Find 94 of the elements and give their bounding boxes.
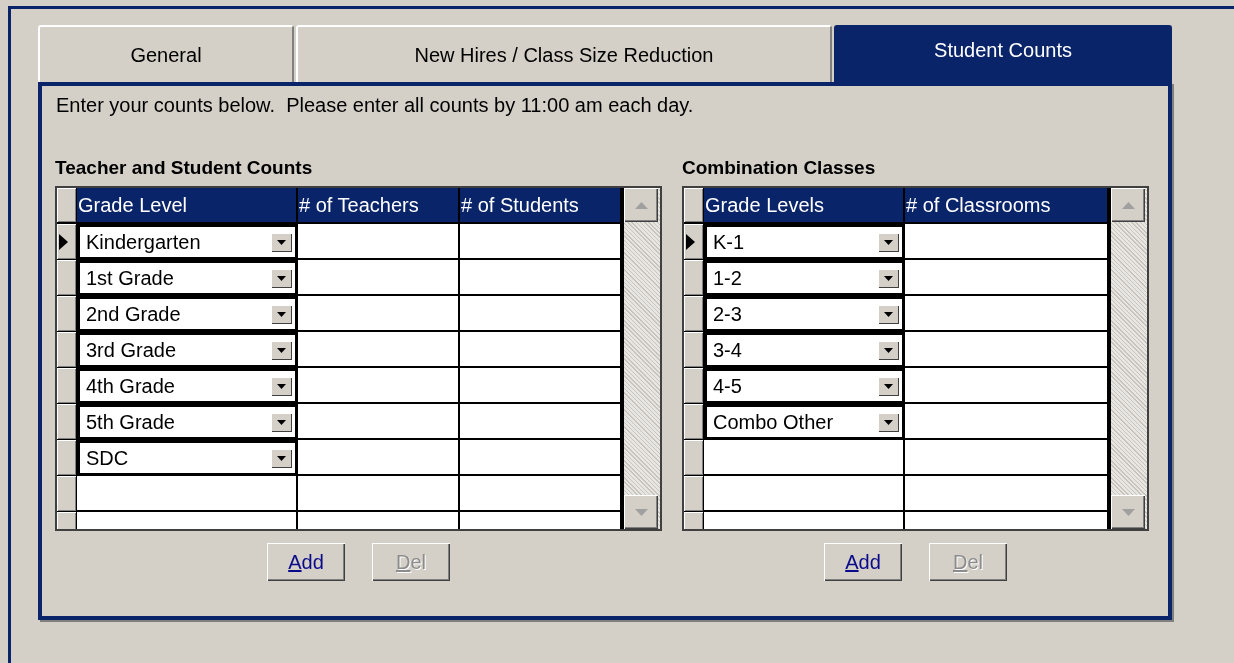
input-cell[interactable] <box>905 368 1109 404</box>
row-selector[interactable] <box>57 440 77 476</box>
row-selector[interactable] <box>57 224 77 260</box>
grade-dropdown[interactable]: 1st Grade <box>77 260 298 296</box>
dropdown-arrow-icon <box>277 419 286 425</box>
grade-dropdown[interactable]: 2nd Grade <box>77 296 298 332</box>
grade-dropdown[interactable]: 2-3 <box>704 296 905 332</box>
input-cell[interactable] <box>905 476 1109 512</box>
input-cell[interactable] <box>460 440 622 476</box>
dropdown-arrow-icon <box>884 239 893 245</box>
scroll-up-button[interactable] <box>624 188 658 222</box>
up-arrow-icon <box>634 201 648 209</box>
column-header[interactable]: Grade Level <box>77 188 298 224</box>
input-cell[interactable] <box>704 440 905 476</box>
scroll-down-button[interactable] <box>624 495 658 529</box>
grade-dropdown[interactable]: K-1 <box>704 224 905 260</box>
grid-button[interactable]: Add <box>267 543 345 581</box>
dropdown-arrow-icon <box>884 383 893 389</box>
grade-dropdown[interactable]: Combo Other <box>704 404 905 440</box>
input-cell[interactable] <box>905 440 1109 476</box>
row-selector[interactable] <box>684 476 704 512</box>
input-cell[interactable] <box>460 404 622 440</box>
row-selector[interactable] <box>684 188 704 224</box>
input-cell[interactable] <box>460 260 622 296</box>
row-selector[interactable] <box>57 404 77 440</box>
input-cell[interactable] <box>460 368 622 404</box>
scrollbar[interactable] <box>1109 188 1147 529</box>
input-cell[interactable] <box>460 476 622 512</box>
input-cell[interactable] <box>298 260 460 296</box>
dropdown-arrow-icon <box>884 347 893 353</box>
down-arrow-icon <box>634 508 648 516</box>
input-cell[interactable] <box>298 476 460 512</box>
dropdown-arrow-icon <box>277 347 286 353</box>
row-selector[interactable] <box>684 368 704 404</box>
grade-dropdown[interactable]: Kindergarten <box>77 224 298 260</box>
tab[interactable]: General <box>38 25 294 82</box>
row-selector[interactable] <box>684 224 704 260</box>
tab[interactable]: Student Counts <box>834 25 1172 82</box>
row-selector[interactable] <box>57 476 77 512</box>
scroll-up-button[interactable] <box>1111 188 1145 222</box>
dropdown-arrow-icon <box>884 419 893 425</box>
column-header[interactable]: Grade Levels <box>704 188 905 224</box>
input-cell[interactable] <box>460 224 622 260</box>
row-selector[interactable] <box>684 260 704 296</box>
input-cell[interactable] <box>298 368 460 404</box>
grade-dropdown[interactable]: SDC <box>77 440 298 476</box>
row-selector[interactable] <box>57 368 77 404</box>
column-header[interactable]: # of Classrooms <box>905 188 1109 224</box>
row-selector[interactable] <box>57 332 77 368</box>
grade-dropdown[interactable]: 3-4 <box>704 332 905 368</box>
section-heading: Teacher and Student Counts <box>55 157 313 179</box>
instruction-text: Enter your counts below. Please enter all counts by 11:00 am each day. <box>56 93 694 118</box>
input-cell[interactable] <box>298 296 460 332</box>
grade-dropdown[interactable]: 5th Grade <box>77 404 298 440</box>
dropdown-arrow-icon <box>277 311 286 317</box>
section-heading: Combination Classes <box>682 157 876 179</box>
scrollbar[interactable] <box>622 188 660 529</box>
input-cell[interactable] <box>77 476 298 512</box>
row-selector[interactable] <box>57 260 77 296</box>
input-cell[interactable] <box>905 296 1109 332</box>
grade-dropdown[interactable]: 4th Grade <box>77 368 298 404</box>
dropdown-arrow-icon <box>277 275 286 281</box>
row-selector[interactable] <box>57 296 77 332</box>
grade-dropdown[interactable]: 1-2 <box>704 260 905 296</box>
grade-dropdown[interactable]: 4-5 <box>704 368 905 404</box>
dropdown-arrow-icon <box>277 239 286 245</box>
down-arrow-icon <box>1121 508 1135 516</box>
input-cell[interactable] <box>905 260 1109 296</box>
input-cell[interactable] <box>704 476 905 512</box>
scroll-down-button[interactable] <box>1111 495 1145 529</box>
tab[interactable]: New Hires / Class Size Reduction <box>296 25 832 82</box>
grade-dropdown[interactable]: 3rd Grade <box>77 332 298 368</box>
input-cell[interactable] <box>905 404 1109 440</box>
grid-button[interactable]: Add <box>824 543 902 581</box>
row-selector[interactable] <box>684 440 704 476</box>
input-cell[interactable] <box>460 296 622 332</box>
column-header[interactable]: # of Students <box>460 188 622 224</box>
input-cell[interactable] <box>298 404 460 440</box>
row-selector[interactable] <box>57 188 77 224</box>
input-cell[interactable] <box>298 332 460 368</box>
input-cell[interactable] <box>298 224 460 260</box>
input-cell[interactable] <box>298 440 460 476</box>
dropdown-arrow-icon <box>277 455 286 461</box>
row-selector[interactable] <box>684 296 704 332</box>
input-cell[interactable] <box>905 332 1109 368</box>
row-selector[interactable] <box>684 404 704 440</box>
input-cell[interactable] <box>905 224 1109 260</box>
dropdown-arrow-icon <box>884 311 893 317</box>
up-arrow-icon <box>1121 201 1135 209</box>
row-selector[interactable] <box>684 332 704 368</box>
input-cell[interactable] <box>460 332 622 368</box>
dropdown-arrow-icon <box>884 275 893 281</box>
dropdown-arrow-icon <box>277 383 286 389</box>
column-header[interactable]: # of Teachers <box>298 188 460 224</box>
